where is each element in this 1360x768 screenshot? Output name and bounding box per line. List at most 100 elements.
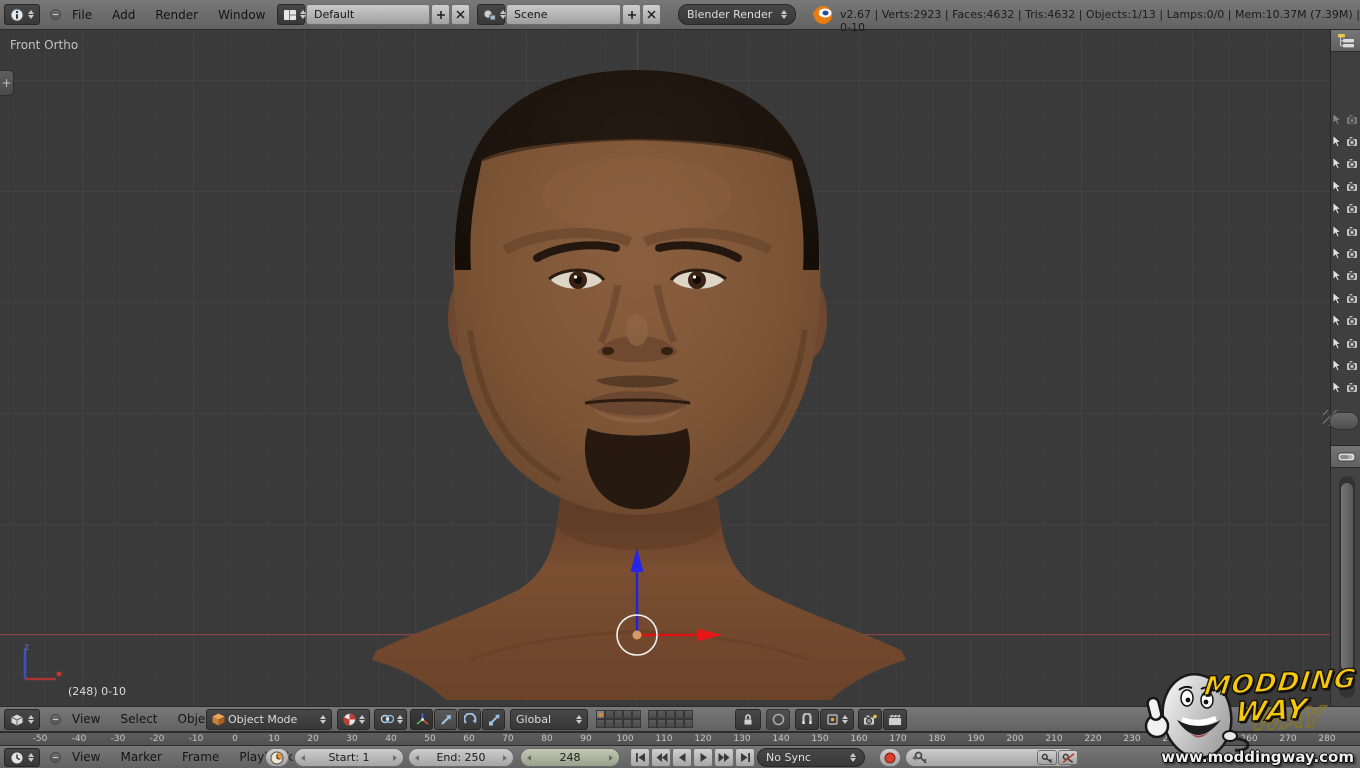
menu-view[interactable]: View [62,747,110,768]
scene-browse-button[interactable] [477,4,505,25]
layer-toggle[interactable] [614,719,623,728]
play-button[interactable] [693,748,713,767]
layer-toggle[interactable] [684,710,693,719]
timeline-ruler[interactable]: -50-40-30-20-100102030405060708090100110… [0,732,1360,745]
editor-type-timeline-button[interactable] [4,748,40,767]
editor-type-3dview-button[interactable] [4,709,40,730]
layer-toggle[interactable] [623,719,632,728]
pulldown-collapse-icon[interactable] [50,9,61,20]
restrict-select-cursor-icon[interactable] [1332,157,1343,170]
menu-select[interactable]: Select [110,707,167,731]
render-animation-button[interactable] [883,709,907,730]
menu-file[interactable]: File [62,1,102,29]
proportional-edit-button[interactable] [766,709,790,730]
outliner-row[interactable] [1332,354,1360,376]
restrict-render-camera-icon[interactable] [1346,360,1360,371]
scene-delete-button[interactable] [642,4,661,25]
layer-toggle[interactable] [684,719,693,728]
restrict-select-cursor-icon[interactable] [1332,225,1343,238]
restrict-select-cursor-icon[interactable] [1332,359,1343,372]
interaction-mode-dropdown[interactable]: Object Mode [206,709,332,730]
restrict-select-cursor-icon[interactable] [1332,381,1343,394]
viewport-shading-dropdown[interactable] [337,709,370,730]
outliner-row[interactable] [1332,220,1360,242]
scene-add-button[interactable] [622,4,641,25]
restrict-render-camera-icon[interactable] [1346,136,1360,147]
properties-scroll-thumb[interactable] [1340,482,1354,672]
menu-frame[interactable]: Frame [172,747,229,768]
layer-toggle[interactable] [596,719,605,728]
outliner-row[interactable] [1332,265,1360,287]
restrict-render-camera-icon[interactable] [1346,293,1360,304]
restrict-render-camera-icon[interactable] [1346,158,1360,169]
snap-element-dropdown[interactable] [820,709,854,730]
restrict-render-camera-icon[interactable] [1346,315,1360,326]
pulldown-collapse-icon[interactable] [50,752,61,763]
preview-range-clock-button[interactable] [265,748,289,767]
menu-marker[interactable]: Marker [110,747,171,768]
outliner-row[interactable] [1332,310,1360,332]
layout-delete-button[interactable] [451,4,470,25]
pivot-point-dropdown[interactable] [374,709,407,730]
outliner-row[interactable] [1332,198,1360,220]
layer-toggle[interactable] [605,719,614,728]
layers-group-2[interactable] [648,710,693,728]
restrict-select-cursor-icon[interactable] [1332,113,1343,126]
menu-view[interactable]: View [62,707,110,731]
delete-keyframe-button[interactable] [1058,750,1078,765]
editor-type-info-button[interactable] [4,4,40,25]
pulldown-collapse-icon[interactable] [50,714,61,725]
manipulator-rotate-button[interactable] [458,709,481,730]
restrict-select-cursor-icon[interactable] [1332,269,1343,282]
manipulator-translate-button[interactable] [434,709,457,730]
properties-scrollbar[interactable] [1339,476,1355,698]
jump-to-end-button[interactable] [735,748,755,767]
restrict-render-camera-icon[interactable] [1346,203,1360,214]
outliner-row[interactable] [1332,332,1360,354]
layer-toggle[interactable] [675,719,684,728]
restrict-select-cursor-icon[interactable] [1332,202,1343,215]
outliner-row[interactable] [1332,130,1360,152]
outliner-row[interactable] [1332,377,1360,399]
render-engine-dropdown[interactable]: Blender Render [678,4,796,25]
outliner-row[interactable] [1332,242,1360,264]
restrict-render-camera-icon[interactable] [1346,270,1360,281]
layer-toggle[interactable] [657,719,666,728]
layer-toggle[interactable] [657,710,666,719]
frame-start-field[interactable]: Start: 1 [294,748,404,767]
frame-end-field[interactable]: End: 250 [408,748,514,767]
outliner-row[interactable] [1332,175,1360,197]
layer-toggle[interactable] [596,710,605,719]
outliner-scroll-knob[interactable] [1329,412,1359,430]
auto-keyframe-record-button[interactable] [879,748,901,767]
insert-keyframe-button[interactable] [1037,750,1057,765]
manipulator-scale-button[interactable] [482,709,505,730]
layer-toggle[interactable] [605,710,614,719]
manipulator-toggle-button[interactable] [410,709,433,730]
layer-toggle[interactable] [623,710,632,719]
jump-to-start-button[interactable] [630,748,650,767]
layout-add-button[interactable] [431,4,450,25]
restrict-render-camera-icon[interactable] [1346,226,1360,237]
scene-name-field[interactable]: Scene [506,4,621,25]
layers-group-1[interactable] [596,710,641,728]
layer-toggle[interactable] [666,719,675,728]
layer-toggle[interactable] [648,710,657,719]
transform-orientation-dropdown[interactable]: Global [510,709,588,730]
layer-toggle[interactable] [632,710,641,719]
layer-toggle[interactable] [632,719,641,728]
menu-window[interactable]: Window [208,1,275,29]
restrict-select-cursor-icon[interactable] [1332,247,1343,260]
head-model[interactable] [0,30,1330,706]
snap-toggle-button[interactable] [795,709,819,730]
restrict-render-camera-icon[interactable] [1346,181,1360,192]
restrict-select-cursor-icon[interactable] [1332,292,1343,305]
lock-to-scene-button[interactable] [735,709,761,730]
menu-render[interactable]: Render [145,1,208,29]
render-still-button[interactable] [858,709,882,730]
layout-name-field[interactable]: Default [306,4,430,25]
layer-toggle[interactable] [614,710,623,719]
viewport-3d[interactable]: Front Ortho + [0,30,1330,706]
restrict-render-camera-icon[interactable] [1346,114,1360,125]
jump-to-prev-keyframe-button[interactable] [651,748,671,767]
